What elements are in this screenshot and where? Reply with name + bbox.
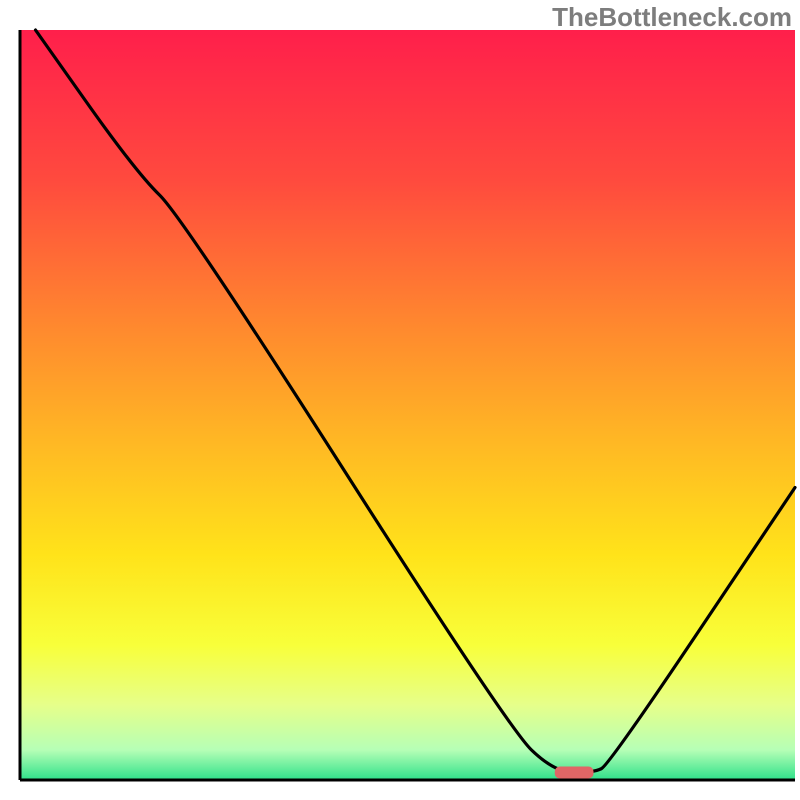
chart-container: TheBottleneck.com <box>0 0 800 800</box>
plateau-marker <box>555 767 594 779</box>
watermark-text: TheBottleneck.com <box>552 2 792 33</box>
chart-gradient-background <box>20 30 795 780</box>
chart-plot <box>0 0 800 800</box>
